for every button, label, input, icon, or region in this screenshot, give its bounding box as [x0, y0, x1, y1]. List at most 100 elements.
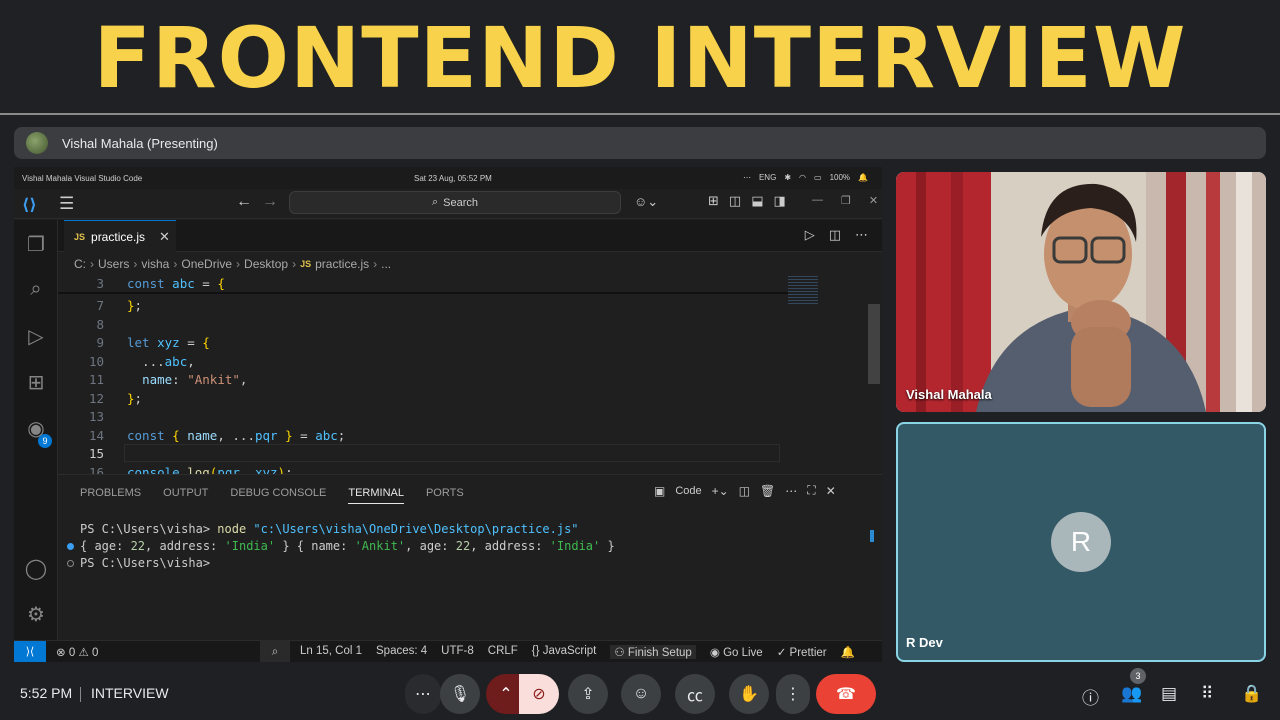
tab-practice-js[interactable]: JS practice.js ✕	[64, 220, 176, 252]
encoding[interactable]: UTF-8	[441, 645, 474, 659]
more-actions-icon[interactable]: ⋯	[855, 227, 868, 243]
copilot-icon[interactable]: ☺⌄	[634, 194, 658, 210]
zoom-icon[interactable]: ⌕	[260, 641, 290, 662]
layout-controls: ⊞ ◫ ⬓ ◨	[708, 193, 786, 209]
terminal-output[interactable]: PS C:\Users\visha> node "c:\Users\visha\…	[58, 512, 882, 632]
split-editor-icon[interactable]: ◫	[829, 227, 841, 243]
present-button[interactable]: ⇪	[568, 674, 608, 714]
toggle-secondary-sidebar-icon[interactable]: ◨	[774, 193, 786, 209]
bell-icon: 🔔	[858, 173, 868, 182]
go-live[interactable]: ◉ Go Live	[710, 645, 763, 659]
split-terminal-icon[interactable]: ◫	[739, 484, 750, 498]
menu-icon[interactable]: ☰	[59, 194, 74, 214]
minimize-icon[interactable]: —	[812, 194, 823, 207]
settings-gear-icon[interactable]: ⚙	[24, 602, 48, 627]
problems-status[interactable]: ⊗ 0 ⚠ 0	[56, 645, 98, 659]
tab-problems[interactable]: PROBLEMS	[80, 487, 141, 499]
code-line: ...abc,	[127, 354, 195, 369]
finish-setup[interactable]: ⚇ Finish Setup	[610, 645, 696, 659]
maximize-panel-icon[interactable]: ⛶	[807, 483, 815, 498]
code-editor[interactable]: 3 7 8 9 10 11 12 13 14 15 16 const abc =…	[58, 274, 882, 474]
close-icon[interactable]: ✕	[159, 229, 170, 245]
tab-ports[interactable]: PORTS	[426, 487, 464, 499]
command-success-dot[interactable]	[67, 543, 74, 550]
extensions-icon[interactable]: ⊞	[24, 370, 48, 395]
tab-terminal[interactable]: TERMINAL	[348, 487, 404, 504]
mic-button[interactable]: 🎙	[440, 674, 480, 714]
code-line: console.log(pqr, xyz);	[127, 465, 293, 474]
close-window-icon[interactable]: ✕	[869, 194, 878, 207]
run-debug-icon[interactable]: ▷	[24, 324, 48, 349]
editor-scrollbar[interactable]	[868, 304, 880, 384]
search-icon[interactable]: ⌕	[24, 278, 48, 301]
os-taskbar: Vishal Mahala Visual Studio Code Sat 23 …	[14, 167, 882, 189]
host-controls-icon[interactable]: 🔒	[1241, 684, 1262, 704]
close-panel-icon[interactable]: ✕	[826, 484, 836, 498]
account-icon[interactable]: ◯	[24, 556, 48, 581]
wifi-icon: ◠	[799, 173, 806, 182]
breadcrumb-item[interactable]: ...	[381, 257, 391, 271]
indentation[interactable]: Spaces: 4	[376, 645, 427, 659]
trash-icon[interactable]: 🗑	[760, 484, 775, 498]
breadcrumb-item[interactable]: practice.js	[315, 257, 369, 271]
status-items: Ln 15, Col 1 Spaces: 4 UTF-8 CRLF {} Jav…	[300, 645, 855, 659]
remote-icon[interactable]: ⟩⟨	[14, 641, 46, 662]
info-icon[interactable]: ⓘ	[1082, 684, 1099, 709]
bell-icon[interactable]: 🔔	[841, 645, 855, 659]
terminal-actions: ▣ Code +⌄ ◫ 🗑 ⋯ ⛶ ✕	[654, 483, 836, 498]
leave-call-button[interactable]: ☎	[816, 674, 876, 714]
reactions-button[interactable]: ☺	[621, 674, 661, 714]
breadcrumb-item[interactable]: OneDrive	[181, 257, 232, 271]
more-actions-icon[interactable]: ⋯	[785, 484, 797, 498]
prettier[interactable]: ✓ Prettier	[777, 645, 827, 659]
banner-title: FRONTEND INTERVIEW	[93, 8, 1187, 107]
breadcrumb-item[interactable]: visha	[141, 257, 169, 271]
breadcrumb-item[interactable]: Users	[98, 257, 129, 271]
new-terminal-icon[interactable]: +⌄	[712, 484, 729, 498]
camera-off-icon: ⊘	[532, 686, 546, 703]
cursor-position[interactable]: Ln 15, Col 1	[300, 645, 362, 659]
chat-icon[interactable]: ▤	[1161, 684, 1177, 704]
panel-divider[interactable]	[58, 474, 882, 475]
command-pending-dot[interactable]	[67, 560, 74, 567]
line-ending[interactable]: CRLF	[488, 645, 518, 659]
run-icon[interactable]: ▷	[805, 227, 815, 243]
raise-hand-button[interactable]: ✋	[729, 674, 769, 714]
terminal-shell-label[interactable]: Code	[675, 485, 701, 497]
activity-bar: ❐ ⌕ ▷ ⊞ 9 ◉ ◯ ⚙	[14, 220, 58, 640]
captions-button[interactable]: ㏄	[675, 674, 715, 714]
forward-arrow-icon[interactable]: →	[262, 193, 278, 211]
breadcrumb-item[interactable]: C:	[74, 257, 86, 271]
participant-tile-rdev[interactable]: R R Dev	[896, 422, 1266, 662]
tab-debug-console[interactable]: DEBUG CONSOLE	[230, 487, 326, 499]
back-arrow-icon[interactable]: ←	[236, 193, 252, 211]
more-options-button[interactable]: ⋯	[405, 674, 441, 714]
code-line: name: "Ankit",	[142, 372, 248, 387]
explorer-icon[interactable]: ❐	[24, 232, 48, 257]
camera-toggle-button[interactable]: ⊘	[519, 674, 559, 714]
os-clock: Sat 23 Aug, 05:52 PM	[414, 174, 492, 183]
language-mode[interactable]: {} JavaScript	[532, 645, 597, 659]
minimap[interactable]	[784, 274, 864, 474]
tab-output[interactable]: OUTPUT	[163, 487, 208, 499]
panel-tabs: PROBLEMS OUTPUT DEBUG CONSOLE TERMINAL P…	[80, 482, 464, 504]
hand-icon: ✋	[739, 686, 759, 703]
toggle-panel-icon[interactable]: ⬓	[751, 193, 763, 209]
people-icon[interactable]: 👥	[1121, 684, 1142, 704]
toggle-sidebar-icon[interactable]: ◫	[729, 193, 741, 209]
command-center-search[interactable]: ⌕ Search	[289, 191, 621, 214]
editor-tabs: JS practice.js ✕ ▷ ◫ ⋯	[58, 220, 882, 252]
layout-customize-icon[interactable]: ⊞	[708, 193, 719, 209]
more-actions-button[interactable]: ⋮	[776, 674, 810, 714]
breadcrumb-item[interactable]: Desktop	[244, 257, 288, 271]
restore-icon[interactable]: ❐	[841, 194, 851, 207]
terminal-output-line: { age: 22, address: 'India' } { name: 'A…	[80, 539, 615, 553]
github-icon[interactable]: ◉	[24, 416, 48, 441]
terminal-scroll-marker	[870, 530, 874, 542]
status-bar: ⟩⟨ ⊗ 0 ⚠ 0 ⌕ Ln 15, Col 1 Spaces: 4 UTF-…	[14, 640, 882, 662]
presenter-bar: Vishal Mahala (Presenting)	[14, 127, 1266, 159]
participant-tile-vishal[interactable]: Vishal Mahala	[896, 172, 1266, 412]
terminal-icon: ▣	[654, 483, 666, 498]
search-icon: ⌕	[431, 196, 439, 208]
activities-icon[interactable]: ⠿	[1201, 684, 1213, 704]
